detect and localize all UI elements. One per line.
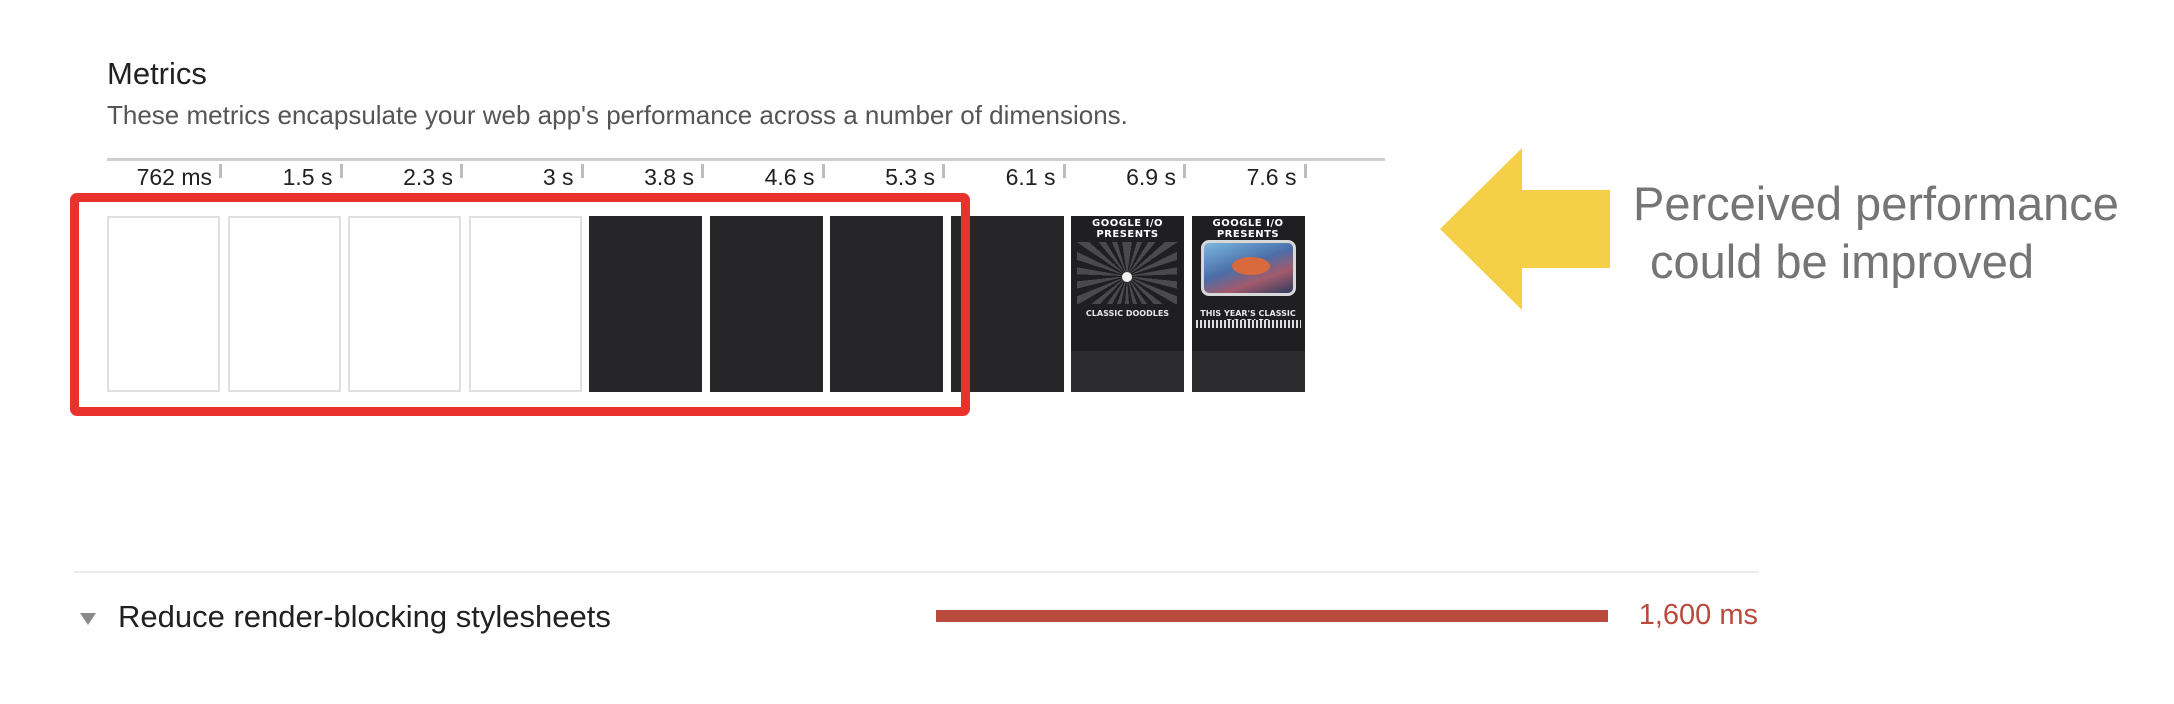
tick-mark xyxy=(1303,164,1307,178)
metrics-description: These metrics encapsulate your web app's… xyxy=(107,100,1128,130)
callout-line-2: could be improved xyxy=(1650,235,2035,288)
audit-value: 1,600 ms xyxy=(1638,599,1758,631)
highlight-box xyxy=(70,193,970,416)
tick-mark xyxy=(339,164,343,178)
tick-mark xyxy=(942,164,945,178)
loading-dot xyxy=(1122,272,1132,282)
timeline-tick: 4.6 s xyxy=(710,164,825,190)
tick-label: 3.8 s xyxy=(644,164,694,190)
tick-label: 6.1 s xyxy=(1005,164,1056,190)
tick-label: 4.6 s xyxy=(764,164,815,190)
timeline-tick: 1.5 s xyxy=(228,164,343,190)
callout-line-1: Perceived performance xyxy=(1633,177,2119,230)
audit-title: Reduce render-blocking stylesheets xyxy=(118,599,611,634)
tick-label: 5.3 s xyxy=(885,164,935,190)
tick-mark xyxy=(219,164,222,178)
arrow-left-icon xyxy=(1440,148,1610,310)
timeline-tick: 3 s xyxy=(469,164,584,190)
tick-label: 762 ms xyxy=(136,164,212,190)
timeline-tick: 2.3 s xyxy=(348,164,463,190)
timeline-tick: 6.1 s xyxy=(951,164,1066,190)
tick-mark xyxy=(821,164,825,178)
screenshot-footer xyxy=(1191,351,1305,392)
timeline-tick: 762 ms xyxy=(107,164,222,190)
callout-text: Perceived performance could be improved xyxy=(1633,175,2119,291)
tick-mark xyxy=(1062,164,1066,178)
screenshot-subtitle: CLASSIC DOODLES xyxy=(1085,309,1170,318)
tick-label: 2.3 s xyxy=(403,164,453,190)
screenshot-footer xyxy=(1071,351,1184,392)
tick-mark xyxy=(1183,164,1186,178)
metrics-title: Metrics xyxy=(107,56,207,91)
timeline-tick: 7.6 s xyxy=(1192,164,1307,190)
tick-label: 1.5 s xyxy=(282,164,333,190)
timeline-tick: 6.9 s xyxy=(1071,164,1186,190)
section-divider xyxy=(74,571,1759,573)
tick-label: 7.6 s xyxy=(1246,164,1297,190)
screenshot-title: GOOGLE I/O PRESENTS xyxy=(1092,218,1163,240)
tick-mark xyxy=(460,164,463,178)
tick-mark xyxy=(701,164,704,178)
timeline-rule xyxy=(107,158,1385,161)
doodle-image xyxy=(1200,240,1296,296)
tick-label: 6.9 s xyxy=(1126,164,1176,190)
filmstrip-frame-splash: GOOGLE I/O PRESENTS CLASSIC DOODLES xyxy=(1071,216,1184,392)
filmstrip-frame-content: GOOGLE I/O PRESENTSTHIS YEAR'S CLASSIC D… xyxy=(1191,216,1305,392)
timeline-tick: 3.8 s xyxy=(589,164,704,190)
triangle-down-icon[interactable] xyxy=(78,608,98,628)
tick-mark xyxy=(580,164,584,178)
audit-bar xyxy=(936,610,1608,622)
tick-label: 3 s xyxy=(542,164,574,190)
screenshot-title: GOOGLE I/O PRESENTS xyxy=(1212,218,1284,240)
pixel-stripes xyxy=(1195,320,1301,328)
timeline-tick: 5.3 s xyxy=(830,164,945,190)
